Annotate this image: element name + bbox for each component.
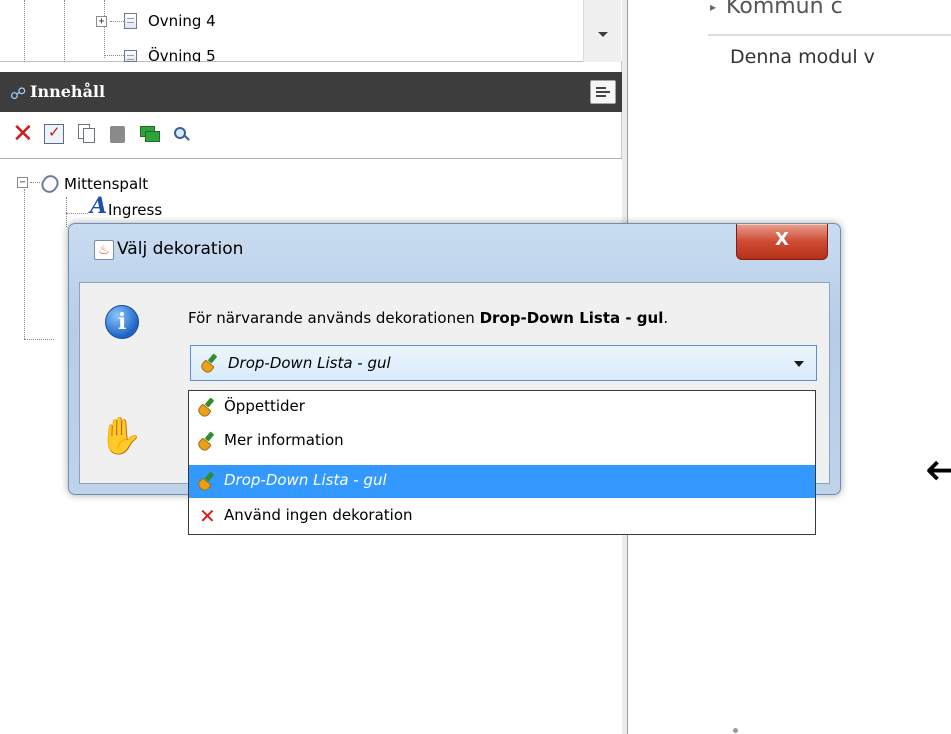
tree-guide [64, 0, 65, 62]
tree-guide [24, 0, 25, 62]
option-label: Mer information [224, 431, 344, 449]
option-mer-information[interactable]: Mer information [189, 425, 815, 458]
tree-guide [24, 339, 54, 340]
current-decoration: Drop-Down Lista - gul [479, 309, 664, 327]
chevron-down-icon[interactable] [794, 361, 804, 367]
content-icon: ☍ [10, 84, 27, 103]
tree-guide [110, 21, 124, 22]
message-prefix: För närvarande används dekorationen [188, 309, 480, 327]
tree-item-ingress[interactable]: Ingress [108, 201, 162, 219]
page-tree: + Ovning 4 Övning 5 [0, 0, 622, 62]
content-divider [708, 34, 951, 36]
tree-guide [30, 182, 40, 183]
tree-guide [104, 55, 124, 56]
content-panel-header: ☍ Innehåll [0, 72, 622, 112]
scroll-down-icon[interactable] [598, 32, 608, 37]
bullet-text: Kommun c [726, 0, 843, 19]
info-icon: i [105, 305, 139, 339]
brush-icon [196, 471, 218, 493]
tree-guide [104, 0, 105, 58]
bullet-link[interactable]: ▸ Kommun c [710, 0, 843, 19]
decoration-select[interactable]: Drop-Down Lista - gul [190, 345, 817, 381]
tree-guide [66, 213, 88, 214]
message-suffix: . [663, 309, 669, 327]
option-oppettider[interactable]: Öppettider [189, 391, 815, 424]
java-icon: ♨ [94, 240, 114, 260]
paste-icon[interactable] [108, 124, 128, 144]
document-icon [124, 50, 137, 62]
copy-icon[interactable] [78, 124, 98, 144]
option-no-decoration[interactable]: ✕ Använd ingen dekoration [189, 500, 815, 533]
x-icon: ✕ [199, 504, 216, 528]
brush-icon [196, 397, 218, 419]
bullet-arrow-icon: ▸ [710, 0, 717, 14]
check-icon[interactable] [44, 123, 64, 144]
content-toolbar: ✕ [0, 114, 622, 156]
expand-icon[interactable]: + [96, 16, 107, 27]
dialog-title: Välj dekoration [117, 239, 244, 259]
collapse-icon[interactable]: − [17, 177, 28, 188]
tree-guide [24, 189, 25, 339]
decoration-dropdown-list: Öppettider Mer information Drop-Down Lis… [188, 390, 816, 535]
list-icon [596, 87, 606, 89]
delete-icon[interactable]: ✕ [12, 121, 34, 147]
close-button[interactable]: X [736, 224, 828, 260]
tree-item-mittenspalt[interactable]: Mittenspalt [64, 175, 148, 193]
brush-icon [196, 431, 218, 453]
bullet-dot [733, 728, 738, 733]
paperclip-icon [38, 172, 62, 196]
module-description: Denna modul v [730, 46, 875, 68]
selected-decoration: Drop-Down Lista - gul [228, 354, 391, 372]
move-icon[interactable] [140, 124, 160, 144]
tree-item-ovning-5[interactable]: Övning 5 [148, 47, 216, 62]
tree-scrollbar[interactable] [583, 0, 621, 62]
panel-title: Innehåll [30, 82, 106, 101]
option-drop-down-lista-gul[interactable]: Drop-Down Lista - gul [189, 465, 815, 498]
brush-icon [199, 353, 221, 375]
text-icon: A [90, 193, 108, 219]
arrow-left-icon: ← [925, 442, 951, 496]
dialog-message: För närvarande används dekorationen Drop… [188, 309, 668, 327]
tree-item-ovning-4[interactable]: Ovning 4 [148, 12, 216, 30]
list-icon [596, 91, 610, 93]
option-label: Drop-Down Lista - gul [224, 471, 387, 489]
option-label: Öppettider [224, 397, 305, 415]
hand-icon: ✋ [98, 416, 143, 457]
search-icon[interactable] [172, 124, 192, 144]
option-label: Använd ingen dekoration [224, 506, 413, 524]
list-icon [596, 95, 606, 97]
panel-options-button[interactable] [590, 80, 616, 104]
tree-guide [66, 197, 67, 227]
document-icon [124, 13, 137, 29]
